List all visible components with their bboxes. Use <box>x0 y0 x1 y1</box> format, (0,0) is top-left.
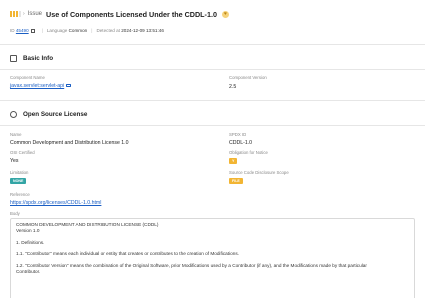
scope-badge: FILE <box>229 178 243 184</box>
separator: | <box>91 28 93 33</box>
divider <box>0 100 425 101</box>
document-icon <box>10 55 17 62</box>
severity-bars-icon <box>10 11 21 17</box>
divider <box>0 69 425 70</box>
chevron-right-icon: › <box>23 11 25 17</box>
limitation-label: Limitation <box>10 170 29 175</box>
reference-link[interactable]: https://spdx.org/licenses/CDDL-1.0.html <box>10 200 101 206</box>
component-version-label: Component Version <box>229 75 267 80</box>
osi-label: OSI Certified <box>10 150 35 155</box>
spdx-value: CDDL-1.0 <box>229 140 253 146</box>
scope-label: Source Code Disclosure Scope <box>229 170 289 175</box>
external-link-icon[interactable] <box>66 83 71 88</box>
detected-label: Detected at <box>96 28 120 33</box>
license-header: Open Source License <box>10 111 87 118</box>
basic-info-header: Basic Info <box>10 55 53 62</box>
osi-value: Yes <box>10 158 19 164</box>
language-label: Language <box>46 28 68 33</box>
license-name-value: Common Development and Distribution Lice… <box>10 140 129 146</box>
divider <box>0 125 425 126</box>
issue-type-label: Issue <box>27 11 43 17</box>
title-row: › Issue Use of Components Licensed Under… <box>10 8 415 20</box>
component-name-value[interactable]: javax.servlet:servlet-api <box>10 83 64 89</box>
heart-icon[interactable]: ♥ <box>221 10 229 18</box>
component-name-label: Component Name <box>10 75 45 80</box>
body-line: Contributor. <box>16 268 41 274</box>
language-value: Common <box>68 28 88 33</box>
license-icon <box>10 111 17 118</box>
copy-icon[interactable] <box>30 28 35 33</box>
issue-id-link[interactable]: 45490 <box>16 28 29 33</box>
reference-label: Reference <box>10 192 30 197</box>
limitation-badge: NONE <box>10 178 27 184</box>
spdx-label: SPDX ID <box>229 132 247 137</box>
detected-value: 2024-12-09 13:51:46 <box>121 28 164 33</box>
divider <box>0 44 425 45</box>
separator: | <box>41 28 43 33</box>
issue-title: Use of Components Licensed Under the CDD… <box>46 9 217 19</box>
issue-detail-page: › Issue Use of Components Licensed Under… <box>0 0 425 298</box>
basic-info-title: Basic Info <box>23 55 54 62</box>
license-name-label: Name <box>10 132 22 137</box>
obligation-badge: Y <box>229 158 238 164</box>
body-line: 1.2. "Contributor Version" means the com… <box>16 262 367 268</box>
license-body-textarea[interactable]: COMMON DEVELOPMENT AND DISTRIBUTION LICE… <box>10 218 415 298</box>
body-line: 1.1. "Contributor" means each individual… <box>16 251 239 256</box>
component-name-link[interactable]: javax.servlet:servlet-api <box>10 83 71 89</box>
license-title: Open Source License <box>23 111 88 118</box>
body-line: Version 1.0 <box>16 228 40 233</box>
component-version-value: 2.5 <box>229 84 237 90</box>
obligation-label: Obligation for Notice <box>229 150 268 155</box>
body-line: 1. Definitions. <box>16 239 45 245</box>
body-label: Body <box>10 211 20 216</box>
issue-meta: ID 45490 | Language Common | Detected at… <box>10 28 164 33</box>
